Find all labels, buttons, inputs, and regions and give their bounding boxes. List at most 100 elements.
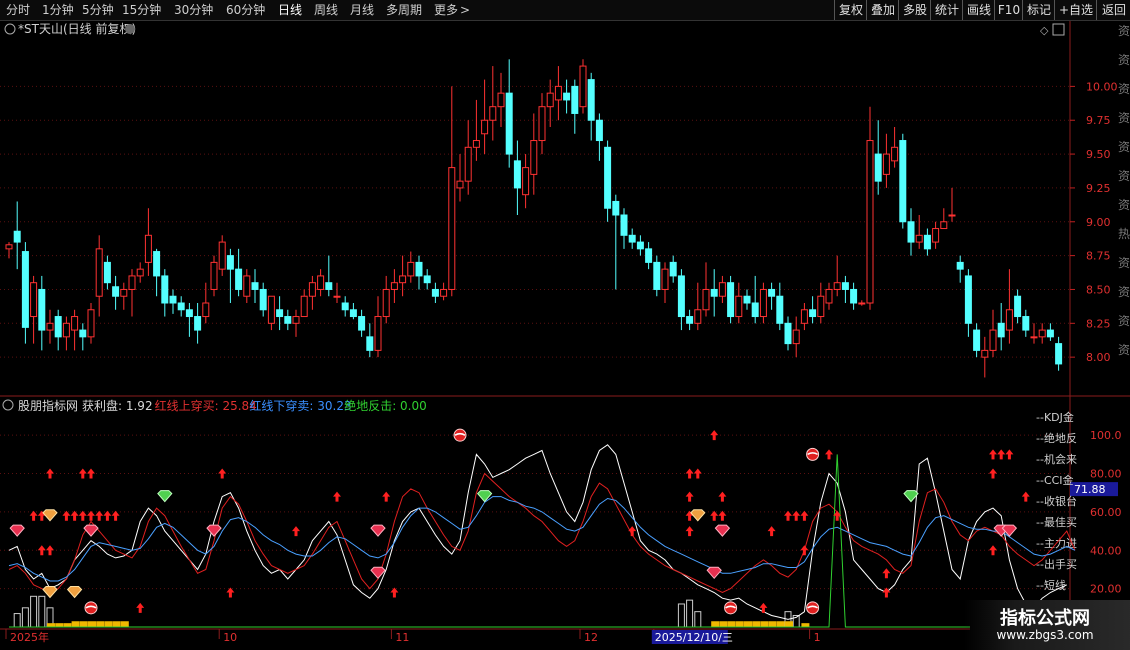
price-tick-label: 9.50 — [1086, 148, 1111, 161]
indicator-legend-item: --最佳买 — [1036, 515, 1077, 529]
candle-body — [267, 295, 275, 324]
candle-body — [1038, 329, 1046, 338]
candle-body — [1014, 295, 1022, 318]
histogram-bar-yellow — [801, 623, 810, 627]
candle-body — [374, 316, 382, 351]
histogram-bar-yellow — [120, 621, 129, 627]
time-tick-label: 11 — [395, 631, 409, 644]
candle-body — [513, 160, 521, 189]
candle-body — [489, 106, 497, 121]
price-tick-label: 9.00 — [1086, 216, 1111, 229]
candle-body — [554, 85, 562, 101]
right-strip-char: 资 — [1118, 24, 1130, 38]
period-tab-9[interactable]: 多周期 — [386, 0, 422, 20]
candle-body — [30, 282, 38, 318]
candle-body — [103, 261, 111, 284]
candle-body — [382, 288, 390, 318]
period-tab-5[interactable]: 60分钟 — [226, 0, 265, 20]
logo-url: www.zbgs3.com — [996, 628, 1094, 642]
candle-body — [915, 234, 923, 243]
toolbar-button-5[interactable]: F10 — [994, 0, 1023, 20]
candle-body — [964, 275, 972, 324]
candle-body — [612, 200, 620, 216]
right-strip-char: 资 — [1118, 198, 1130, 212]
period-tab-1[interactable]: 1分钟 — [42, 0, 74, 20]
candle-body — [497, 92, 505, 108]
candle-body — [38, 288, 46, 331]
candle-body — [276, 309, 284, 318]
histogram-bar-yellow — [55, 623, 64, 627]
candle-body — [415, 261, 423, 277]
indicator-value-label: 获利盘: 1.92 — [82, 398, 153, 413]
cursor-date-label: 2025/12/10/三 — [655, 631, 733, 644]
candle-body — [144, 234, 152, 263]
period-tab-0[interactable]: 分时 — [6, 0, 30, 20]
period-tab-3[interactable]: 15分钟 — [122, 0, 161, 20]
candle-body — [768, 288, 776, 297]
candle-body — [841, 282, 849, 290]
indicator-tick-label: 80.00 — [1090, 468, 1122, 481]
toolbar-button-0[interactable]: 复权 — [834, 0, 867, 20]
right-strip-char: 资 — [1118, 314, 1130, 328]
price-tick-label: 10.00 — [1086, 80, 1118, 93]
indicator-value-label: 红线上穿买: 25.84 — [155, 398, 257, 413]
candle-body — [194, 316, 202, 331]
candle-body — [218, 241, 226, 270]
candle-body — [809, 309, 817, 318]
toolbar-button-8[interactable]: 返回 — [1096, 0, 1130, 20]
candle-body — [210, 261, 218, 290]
more-chevron-icon[interactable]: > — [460, 0, 470, 20]
candle-body — [448, 167, 456, 290]
toolbar-button-3[interactable]: 统计 — [930, 0, 963, 20]
candle-body — [866, 140, 874, 304]
candle-body — [718, 282, 726, 297]
candle-body — [54, 316, 62, 338]
candle-body — [161, 275, 169, 304]
toolbar-button-6[interactable]: 标记 — [1022, 0, 1055, 20]
candle-body — [899, 140, 907, 223]
histogram-bar-yellow — [104, 621, 113, 627]
candle-body — [702, 288, 710, 311]
candle-body — [587, 79, 595, 121]
histogram-bar-yellow — [112, 621, 121, 627]
candle-body — [21, 251, 29, 328]
candle-body — [792, 329, 800, 345]
candle-body — [686, 316, 694, 324]
histogram-bar-yellow — [727, 621, 736, 627]
candle-body — [825, 288, 833, 304]
period-tab-7[interactable]: 周线 — [314, 0, 338, 20]
candle-body — [243, 275, 251, 297]
candle-body — [522, 167, 530, 196]
candle-body — [530, 140, 538, 175]
indicator-name: 股朋指标网 — [18, 398, 78, 413]
candle-body — [776, 295, 784, 324]
toolbar-button-4[interactable]: 画线 — [962, 0, 995, 20]
histogram-bar-yellow — [71, 621, 80, 627]
candle-body — [694, 309, 702, 324]
period-tab-6[interactable]: 日线 — [278, 0, 302, 20]
period-tab-2[interactable]: 5分钟 — [82, 0, 114, 20]
price-tick-label: 8.25 — [1086, 317, 1111, 330]
candle-body — [440, 288, 448, 297]
candle-body — [1005, 309, 1013, 331]
candle-body — [948, 214, 956, 217]
candle-body — [300, 295, 308, 318]
period-tab-10[interactable]: 更多 — [434, 0, 458, 20]
candle-body — [284, 316, 292, 324]
candle-body — [1030, 336, 1038, 339]
candle-body — [235, 268, 243, 290]
candle-body — [677, 275, 685, 318]
period-tab-8[interactable]: 月线 — [350, 0, 374, 20]
main-chart-title: *ST天山(日线 前复权) — [18, 21, 136, 36]
candle-body — [251, 282, 259, 290]
candle-body — [817, 295, 825, 318]
indicator-legend-item: --绝地反 — [1036, 431, 1077, 445]
toolbar-button-1[interactable]: 叠加 — [866, 0, 899, 20]
period-tab-4[interactable]: 30分钟 — [174, 0, 213, 20]
indicator-legend-item: --机会来 — [1036, 452, 1077, 466]
toolbar-button-2[interactable]: 多股 — [898, 0, 931, 20]
candle-body — [5, 244, 13, 250]
candle-body — [399, 275, 407, 284]
toolbar-button-7[interactable]: +自选 — [1054, 0, 1097, 20]
candle-body — [153, 251, 161, 277]
